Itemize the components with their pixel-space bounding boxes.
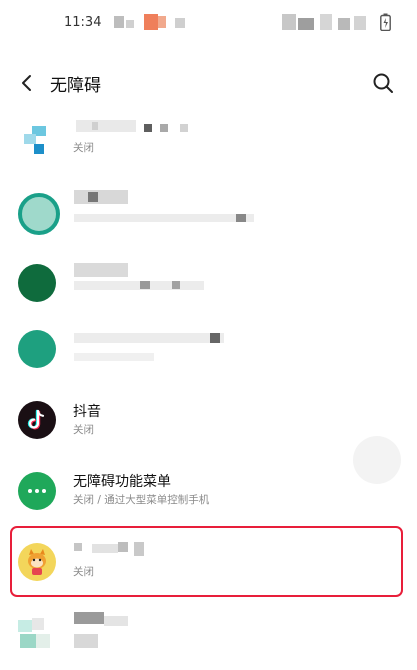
status-bar: 11:34 xyxy=(0,0,417,46)
status-notification-icon xyxy=(126,20,134,28)
signal-icon xyxy=(298,18,314,30)
service-status: 关闭 xyxy=(73,142,94,154)
wifi-icon xyxy=(354,16,366,30)
floating-assistive-button[interactable] xyxy=(353,436,401,484)
app-name-blurred xyxy=(74,333,224,343)
status-time: 11:34 xyxy=(64,15,102,30)
app-description-blurred xyxy=(74,214,254,222)
app-icon xyxy=(18,330,56,368)
service-status: 关闭 / 通过大型菜单控制手机 xyxy=(73,494,210,506)
status-notification-icon xyxy=(158,16,166,28)
app-icon xyxy=(18,193,60,235)
back-arrow-icon xyxy=(22,75,31,91)
service-row[interactable] xyxy=(0,606,417,670)
cartoon-face-icon xyxy=(18,543,56,581)
app-icon xyxy=(18,122,56,160)
wifi-icon xyxy=(338,18,350,30)
status-notification-icon xyxy=(175,18,185,28)
three-dots-icon xyxy=(18,472,56,510)
battery-icon xyxy=(380,13,391,32)
app-header: 无障碍 xyxy=(0,58,417,108)
app-description-blurred xyxy=(74,353,154,361)
service-status: 关闭 xyxy=(73,424,94,436)
back-button[interactable] xyxy=(14,70,40,96)
wifi-icon xyxy=(320,14,332,30)
app-icon xyxy=(18,264,56,302)
app-name-blurred xyxy=(74,263,128,277)
search-button[interactable] xyxy=(369,69,397,97)
status-notification-icon xyxy=(144,14,158,30)
service-row[interactable]: 关闭 xyxy=(0,112,417,190)
tiktok-icon xyxy=(18,401,56,439)
page-title: 无障碍 xyxy=(50,76,101,96)
app-icon xyxy=(18,614,56,652)
app-name-blurred xyxy=(74,612,104,624)
service-row[interactable] xyxy=(0,188,417,266)
app-name-blurred xyxy=(74,543,82,551)
app-description-blurred xyxy=(74,281,204,290)
service-title: 无障碍功能菜单 xyxy=(73,474,171,490)
service-row-highlighted[interactable]: 关闭 xyxy=(0,534,417,612)
app-name-blurred xyxy=(76,120,136,132)
app-name-blurred xyxy=(74,190,128,204)
service-title: 抖音 xyxy=(73,404,101,420)
service-status: 关闭 xyxy=(73,566,94,578)
app-description-blurred xyxy=(74,634,98,648)
search-icon xyxy=(373,73,393,93)
status-notification-icon xyxy=(114,16,124,28)
signal-icon xyxy=(282,14,296,30)
